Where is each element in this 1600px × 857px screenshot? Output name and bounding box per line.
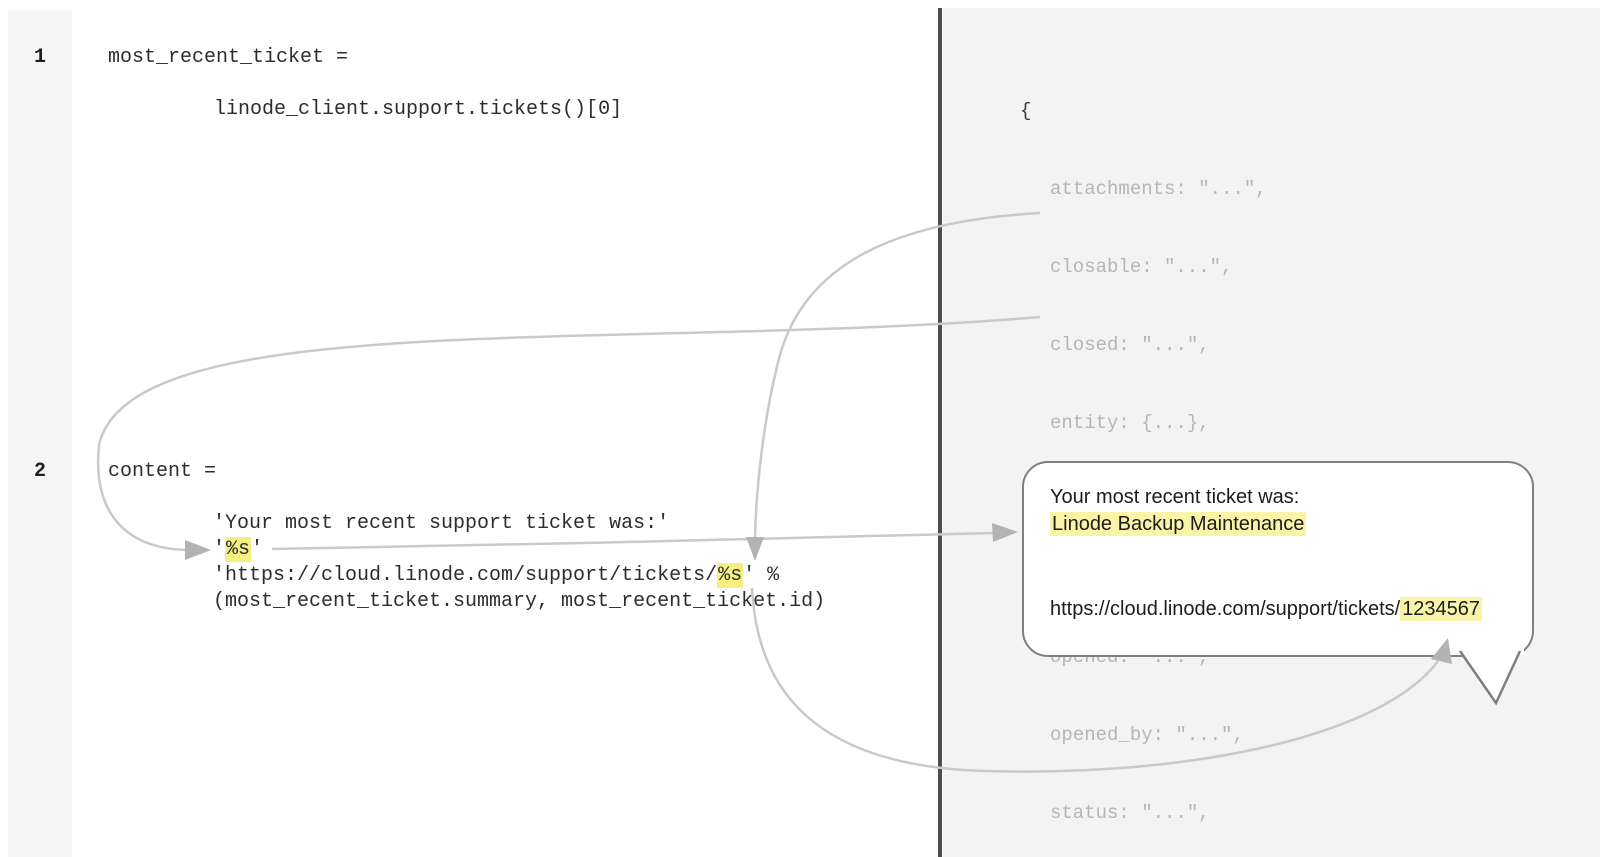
ticket-json-object: { attachments: "...", closable: "...", c…: [1020, 46, 1476, 857]
bubble-intro-text: Your most recent ticket was:: [1050, 484, 1299, 511]
code-string-2: '%s': [213, 537, 263, 563]
bubble-summary-line: Linode Backup Maintenance: [1050, 511, 1306, 538]
line-number-1: 1: [8, 45, 72, 71]
bubble-url-line: https://cloud.linode.com/support/tickets…: [1050, 596, 1482, 623]
placeholder-id: %s: [717, 563, 743, 588]
bubble-summary-value: Linode Backup Maintenance: [1050, 512, 1306, 536]
code-line1-value: linode_client.support.tickets()[0]: [214, 97, 622, 123]
placeholder-summary: %s: [225, 537, 251, 562]
bubble-url-prefix: https://cloud.linode.com/support/tickets…: [1050, 598, 1400, 620]
url-string-prefix: 'https://cloud.linode.com/support/ticket…: [213, 564, 717, 587]
panel-divider: [938, 8, 942, 857]
line-number-gutter: [8, 10, 72, 857]
code-line1-assignment: most_recent_ticket =: [108, 45, 348, 71]
line-number-2: 2: [8, 459, 72, 485]
json-row-opened-by: opened_by: "...",: [1050, 722, 1476, 748]
code-format-args: (most_recent_ticket.summary, most_recent…: [213, 589, 825, 615]
quote-close: ': [251, 538, 263, 561]
code-line2-assignment: content =: [108, 459, 216, 485]
speech-bubble: Your most recent ticket was: Linode Back…: [1022, 461, 1534, 657]
json-row-closable: closable: "...",: [1050, 254, 1476, 280]
code-string-1: 'Your most recent support ticket was:': [213, 511, 669, 537]
json-row-status: status: "...",: [1050, 800, 1476, 826]
url-string-suffix: ' %: [743, 564, 779, 587]
quote-open: ': [213, 538, 225, 561]
code-string-3: 'https://cloud.linode.com/support/ticket…: [213, 563, 779, 589]
json-open-brace: {: [1020, 98, 1476, 124]
json-row-closed: closed: "...",: [1050, 332, 1476, 358]
json-row-attachments: attachments: "...",: [1050, 176, 1476, 202]
json-row-entity: entity: {...},: [1050, 410, 1476, 436]
bubble-url-id: 1234567: [1400, 597, 1482, 621]
code-annotation-diagram: 1 2 most_recent_ticket = linode_client.s…: [0, 0, 1600, 857]
